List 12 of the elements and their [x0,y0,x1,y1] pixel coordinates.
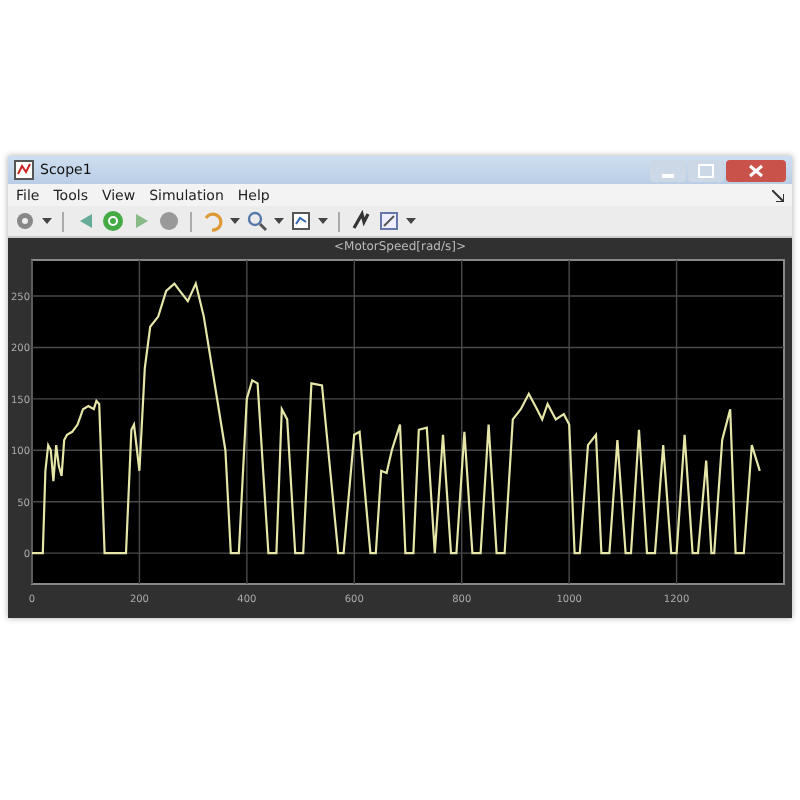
scope-icon [14,160,34,180]
dock-arrow-icon[interactable] [772,189,784,201]
autoscale-icon[interactable] [290,210,312,232]
caret-icon[interactable] [406,217,416,225]
caret-icon[interactable] [318,217,328,225]
caret-icon[interactable] [42,217,52,225]
close-button[interactable] [726,159,786,181]
caret-icon[interactable] [230,217,240,225]
zoom-icon[interactable] [246,210,268,232]
play-icon[interactable] [102,210,124,232]
edit-icon[interactable] [378,210,400,232]
caret-icon[interactable] [274,217,284,225]
